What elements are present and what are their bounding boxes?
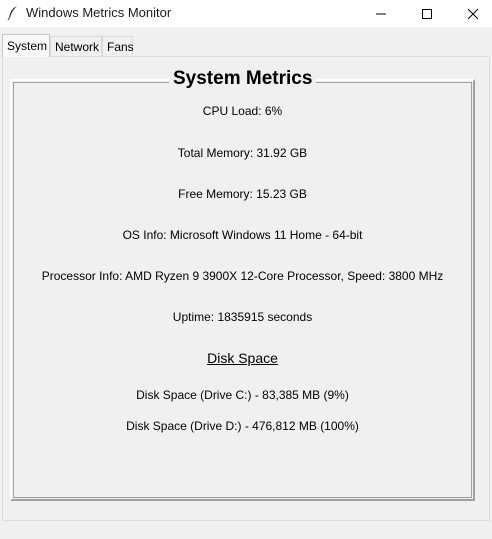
free-memory-label: Free Memory: 15.23 GB (178, 187, 307, 201)
disk-space-heading: Disk Space (207, 350, 278, 366)
tab-bar: System Network Fans (0, 27, 492, 57)
minimize-icon (376, 13, 386, 14)
close-button[interactable] (450, 0, 492, 27)
processor-info-label: Processor Info: AMD Ryzen 9 3900X 12-Cor… (41, 269, 444, 283)
maximize-button[interactable] (404, 0, 450, 27)
tab-system[interactable]: System (2, 34, 50, 57)
tab-fans[interactable]: Fans (102, 36, 134, 56)
uptime-label: Uptime: 1835915 seconds (172, 310, 313, 324)
feather-icon (6, 5, 20, 21)
system-metrics-frame (10, 79, 475, 501)
close-icon (467, 8, 479, 19)
window-title: Windows Metrics Monitor (26, 5, 172, 20)
os-info-label: OS Info: Microsoft Windows 11 Home - 64-… (122, 228, 363, 242)
minimize-button[interactable] (358, 0, 404, 27)
disk-d-label: Disk Space (Drive D:) - 476,812 MB (100%… (126, 419, 359, 433)
window-bottom-edge (0, 521, 492, 539)
title-bar[interactable]: Windows Metrics Monitor (0, 0, 492, 27)
frame-title: System Metrics (169, 68, 317, 90)
maximize-icon (422, 8, 432, 19)
cpu-load-label: CPU Load: 6% (202, 104, 283, 118)
disk-c-label: Disk Space (Drive C:) - 83,385 MB (9%) (136, 388, 349, 402)
total-memory-label: Total Memory: 31.92 GB (177, 146, 308, 160)
tab-network[interactable]: Network (50, 36, 102, 56)
